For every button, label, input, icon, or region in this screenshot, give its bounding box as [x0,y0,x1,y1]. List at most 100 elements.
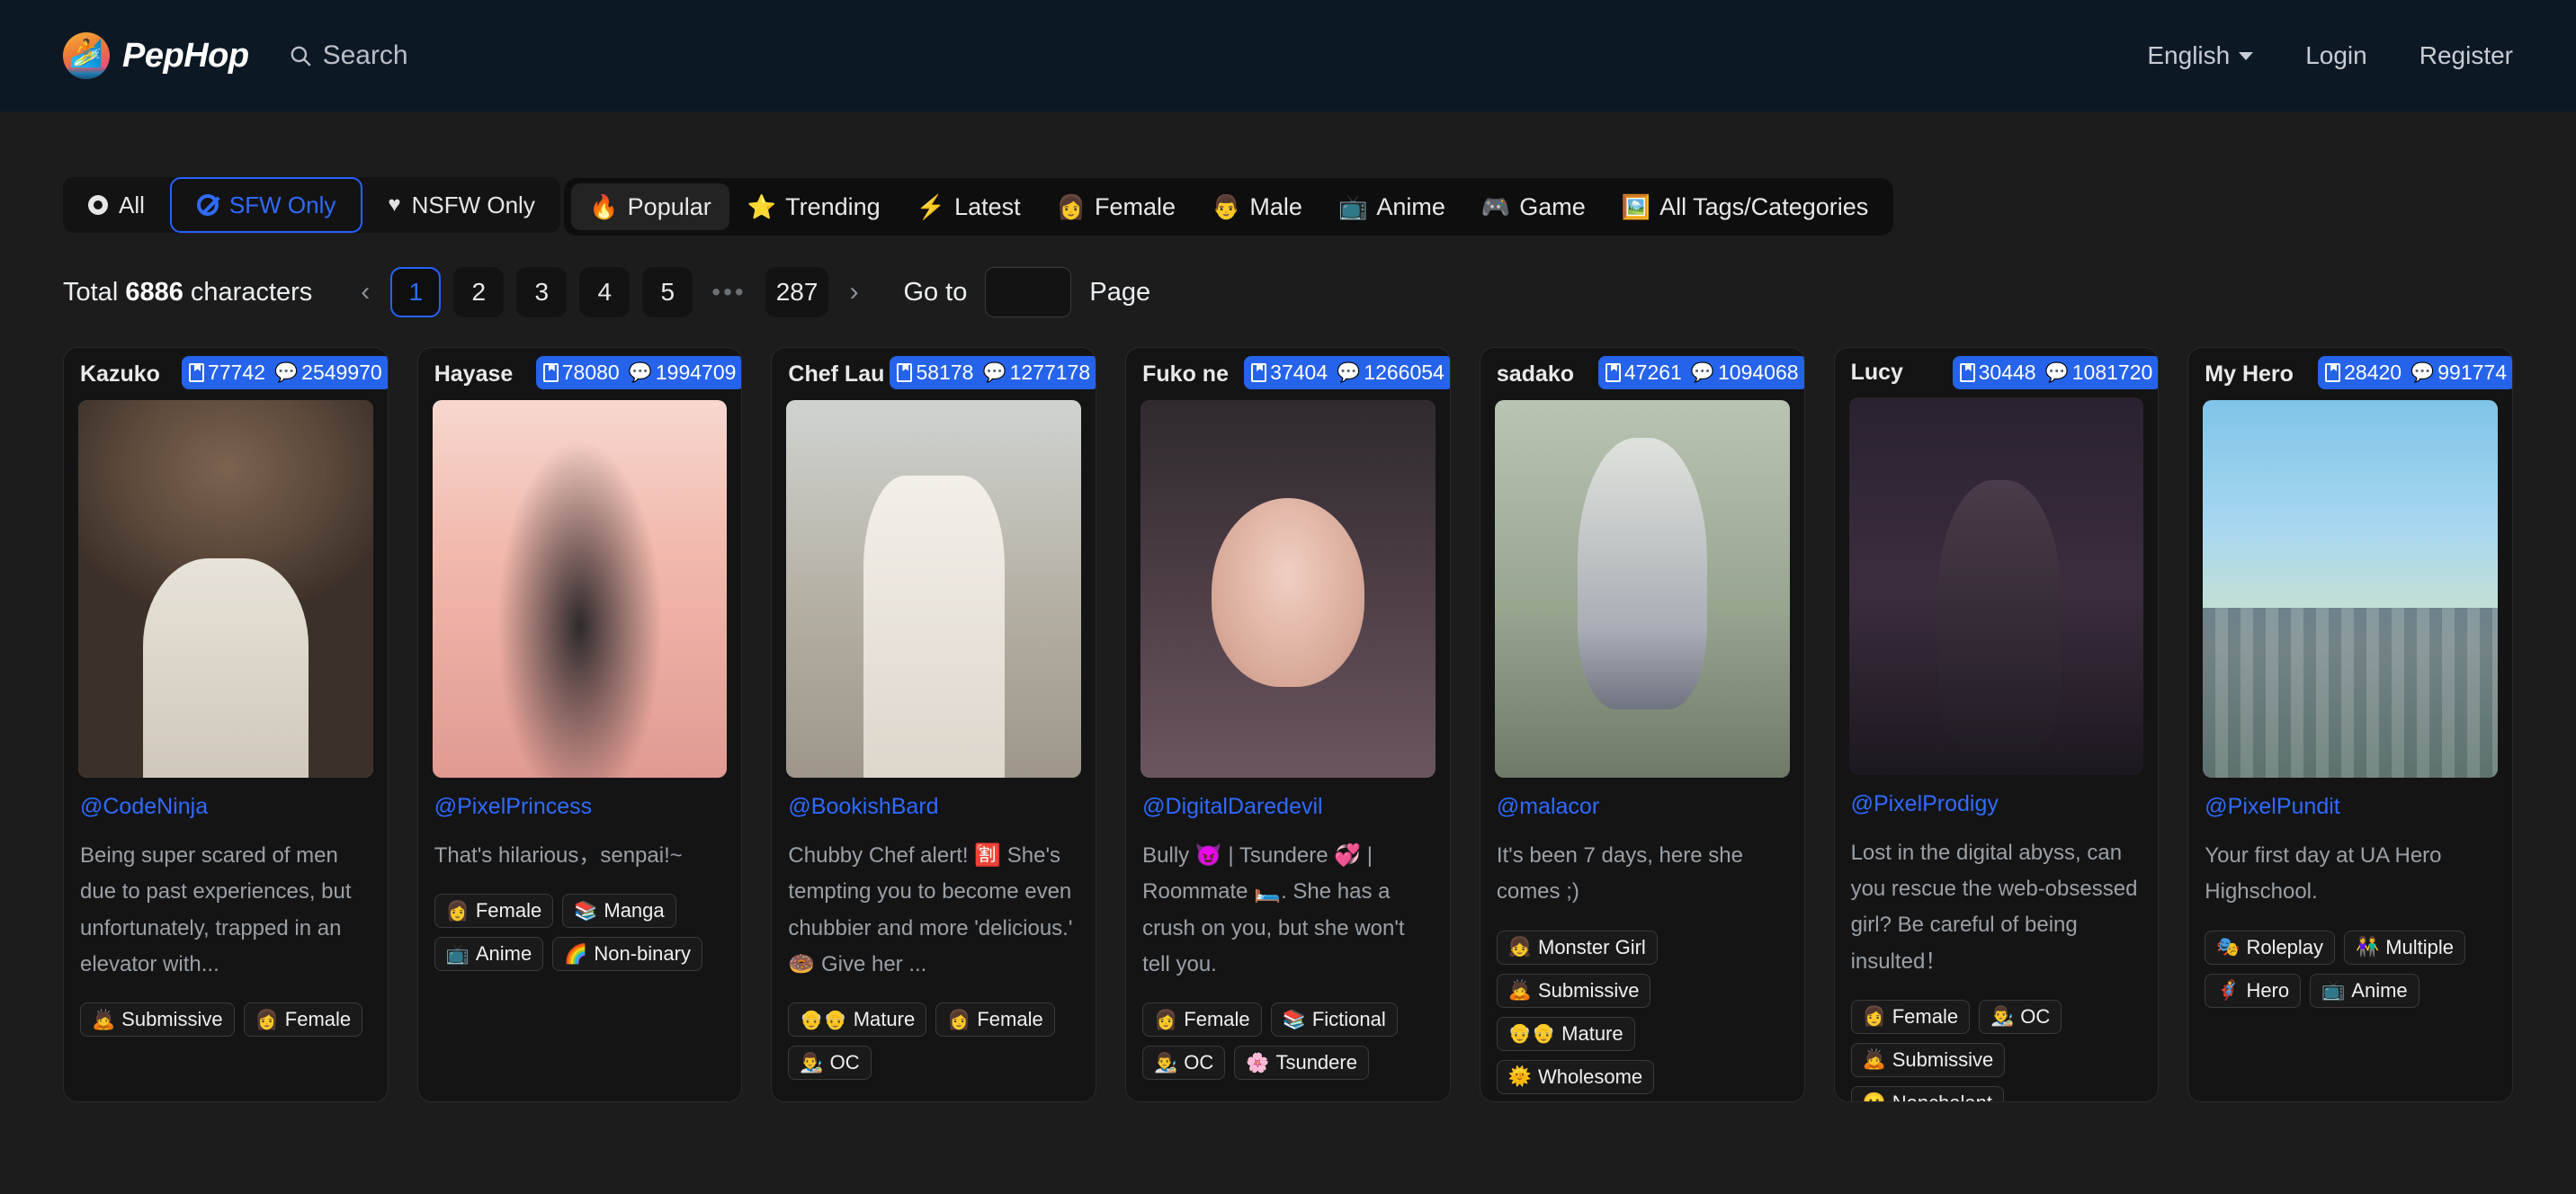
tag-chip[interactable]: 🙇 Submissive [80,1002,235,1038]
chat-bubbles-icon: 💬 [982,362,1006,383]
tag-label: Mature [853,1008,916,1031]
tag-chip[interactable]: 📚 Fictional [1270,1002,1398,1038]
chevron-right-icon[interactable]: › [835,277,872,307]
category-latest[interactable]: ⚡ Latest [899,183,1039,230]
chevron-left-icon[interactable]: ‹ [346,277,384,307]
character-thumbnail[interactable] [1848,397,2144,775]
surfer-logo-icon: 🏄 [63,32,110,79]
character-card[interactable]: Lucy 30448 💬 1081720 @PixelProdigy Lost … [1833,347,2160,1102]
character-thumbnail[interactable] [2203,400,2498,778]
character-description: Chubby Chef alert! 🈹 She's tempting you … [788,843,1073,976]
filter-sfw-button[interactable]: SFW Only [169,177,363,233]
author-link[interactable]: @BookishBard [788,794,1079,820]
author-link[interactable]: @DigitalDaredevil [1142,794,1434,820]
category-popular[interactable]: 🔥 Popular [571,183,729,230]
author-link[interactable]: @PixelPrincess [434,794,726,820]
logo-surfer-glyph: 🏄 [69,38,103,68]
tag-emoji-icon: 📺 [2321,980,2346,1002]
tag-emoji-icon: 👧 [1507,937,1532,958]
tag-chip[interactable]: 😐 Nonchalant [1850,1085,2005,1101]
category-all-tags-label: All Tags/Categories [1659,192,1869,220]
tag-chip[interactable]: 👩 Female [935,1002,1055,1038]
page-button-4[interactable]: 4 [579,267,631,317]
tag-chip[interactable]: 👨‍🎨 OC [1979,999,2062,1034]
language-selector[interactable]: English [2147,41,2254,70]
tag-emoji-icon: 👩 [1862,1006,1886,1028]
character-card[interactable]: My Hero 28420 💬 991774 @PixelPundit Your… [2187,347,2513,1102]
goto-page-input[interactable] [985,267,1072,317]
character-card[interactable]: sadako 47261 💬 1094068 @malacor It's bee… [1479,347,1805,1102]
page-button-last[interactable]: 287 [765,267,829,317]
tag-chip[interactable]: 🎭 Roleplay [2205,930,2336,965]
category-all-tags[interactable]: 🖼️ All Tags/Categories [1604,183,1887,230]
tag-chip[interactable]: 🦸 Hero [2205,973,2302,1008]
tag-label: Submissive [1892,1047,1994,1071]
author-link[interactable]: @malacor [1497,794,1788,820]
message-count: 37404 [1270,361,1328,384]
page-button-1[interactable]: 1 [390,267,442,317]
tag-label: Anime [475,942,532,966]
card-header: Chef Lau 58178 💬 1277178 [772,348,1096,400]
tag-chip[interactable]: 🌞 Wholesome [1496,1059,1655,1094]
filter-nsfw-button[interactable]: ♥ NSFW Only [362,177,559,233]
tag-chip[interactable]: 👨‍🎨 OC [1142,1046,1226,1081]
tag-chip[interactable]: 🙇 Submissive [1496,973,1651,1008]
tag-chip[interactable]: 👧 Monster Girl [1496,930,1658,965]
tag-chip[interactable]: 📚 Manga [562,894,676,929]
character-thumbnail[interactable] [1494,400,1790,778]
page-button-2[interactable]: 2 [453,267,505,317]
tag-emoji-icon: 📚 [1282,1009,1306,1030]
tag-chip[interactable]: 🙇 Submissive [1850,1042,2006,1077]
total-characters-label: Total 6886 characters [63,278,312,307]
category-filter-bar: 🔥 Popular ⭐ Trending ⚡ Latest 👩 Female 👨… [564,178,1894,236]
login-link[interactable]: Login [2305,41,2367,70]
character-thumbnail[interactable] [1140,400,1436,778]
tag-chip[interactable]: 👴👴 Mature [1496,1016,1635,1051]
chat-bubbles-icon: 💬 [1337,362,1361,383]
character-thumbnail[interactable] [786,400,1082,778]
filter-all-button[interactable]: All [63,177,170,233]
lightning-icon: ⚡ [916,193,946,220]
document-icon [189,363,205,382]
tag-emoji-icon: 👴👴 [800,1009,847,1030]
category-anime[interactable]: 📺 Anime [1320,183,1463,230]
content-filter-group: All SFW Only ♥ NSFW Only [63,177,560,233]
card-stats-badge: 30448 💬 1081720 [1952,356,2159,389]
tag-chip[interactable]: 📺 Anime [434,937,544,972]
filter-sfw-label: SFW Only [228,191,336,218]
tag-chip[interactable]: 👨‍🎨 OC [788,1046,872,1081]
category-female[interactable]: 👩 Female [1039,183,1194,230]
category-male[interactable]: 👨 Male [1194,183,1320,230]
chat-count: 2549970 [301,361,382,384]
page-button-3[interactable]: 3 [516,267,568,317]
brand-logo[interactable]: 🏄 PepHop [63,32,249,79]
author-link[interactable]: @CodeNinja [80,794,371,820]
tag-chip[interactable]: 👩 Female [1850,999,1971,1034]
chat-count-group: 💬 2549970 [274,361,382,385]
tag-chip[interactable]: 🌈 Non-binary [552,937,702,972]
author-link[interactable]: @PixelPundit [2205,794,2496,820]
page-button-5[interactable]: 5 [642,267,693,317]
author-link[interactable]: @PixelProdigy [1851,791,2142,817]
tag-chip[interactable]: 👴👴 Mature [788,1002,927,1038]
character-thumbnail[interactable] [78,400,373,778]
character-card[interactable]: Fuko ne 37404 💬 1266054 @DigitalDaredevi… [1125,347,1451,1102]
chat-count-group: 💬 1994709 [629,361,737,385]
category-game[interactable]: 🎮 Game [1463,183,1604,230]
tag-label: Nonchalant [1892,1092,1992,1101]
character-card[interactable]: Kazuko 77742 💬 2549970 @CodeNinja Being … [63,347,389,1102]
character-card[interactable]: Hayase 78080 💬 1994709 @PixelPrincess Th… [416,347,743,1102]
tag-chip[interactable]: 👫 Multiple [2344,930,2466,965]
card-stats-badge: 47261 💬 1094068 [1597,356,1804,389]
tag-chip[interactable]: 🌸 Tsundere [1234,1046,1369,1081]
category-trending[interactable]: ⭐ Trending [729,183,899,230]
register-link[interactable]: Register [2419,41,2513,70]
tag-chip[interactable]: 👩 Female [243,1002,363,1038]
search-button[interactable]: Search [289,40,408,71]
tag-chip[interactable]: 👩 Female [434,894,554,929]
character-thumbnail[interactable] [432,400,728,778]
character-card[interactable]: Chef Lau 58178 💬 1277178 @BookishBard Ch… [771,347,1097,1102]
tag-chip[interactable]: 📺 Anime [2310,973,2419,1008]
document-icon [542,363,559,382]
tag-chip[interactable]: 👩 Female [1142,1002,1262,1038]
